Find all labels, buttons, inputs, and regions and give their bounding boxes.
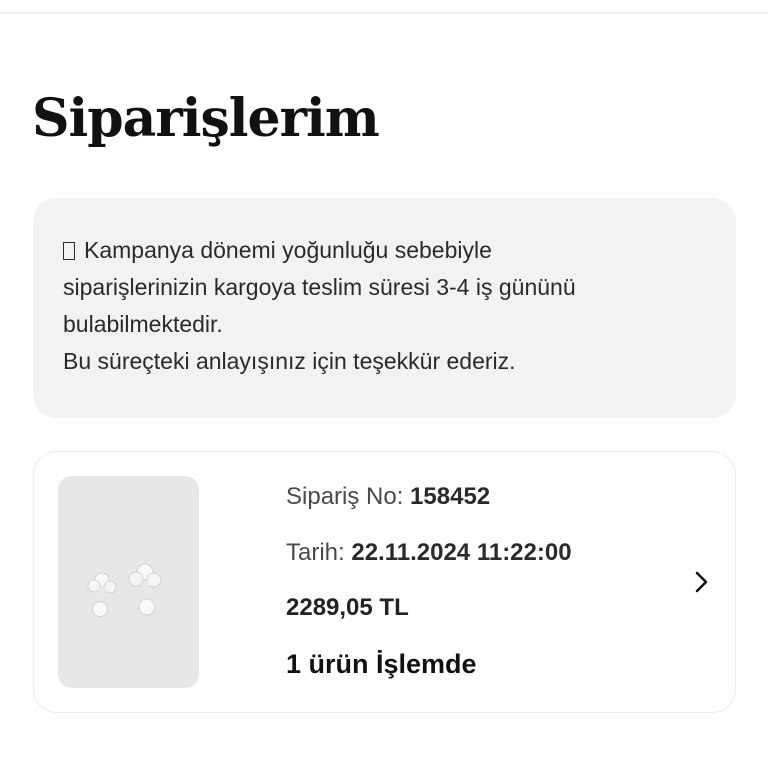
page-title: Siparişlerim (32, 88, 380, 149)
notice-line-4: Bu süreçteki anlayışınız için teşekkür e… (63, 348, 516, 374)
order-date-value: 22.11.2024 11:22:00 (351, 539, 572, 566)
order-date-row: Tarih: 22.11.2024 11:22:00 (286, 539, 572, 567)
product-thumbnail (58, 476, 199, 688)
notice-line-3: bulabilmektedir. (63, 311, 223, 337)
pearl-earrings-image (87, 563, 162, 617)
order-date-label: Tarih: (286, 539, 345, 566)
order-total: 2289,05 TL (286, 594, 409, 621)
unknown-glyph-icon (63, 242, 75, 260)
header-divider (0, 12, 768, 14)
campaign-notice: Kampanya dönemi yoğunluğu sebebiyle sipa… (33, 198, 736, 418)
order-number-row: Sipariş No: 158452 (286, 483, 490, 511)
notice-line-1: Kampanya dönemi yoğunluğu sebebiyle (84, 237, 492, 263)
notice-line-2: siparişlerinizin kargoya teslim süresi 3… (63, 274, 576, 300)
order-number-label: Sipariş No: (286, 483, 404, 510)
order-number-value: 158452 (410, 483, 491, 510)
notice-text: Kampanya dönemi yoğunluğu sebebiyle sipa… (63, 232, 706, 380)
chevron-right-icon[interactable] (689, 570, 713, 594)
order-card[interactable]: Sipariş No: 158452 Tarih: 22.11.2024 11:… (33, 451, 736, 713)
order-status: 1 ürün İşlemde (286, 649, 477, 679)
